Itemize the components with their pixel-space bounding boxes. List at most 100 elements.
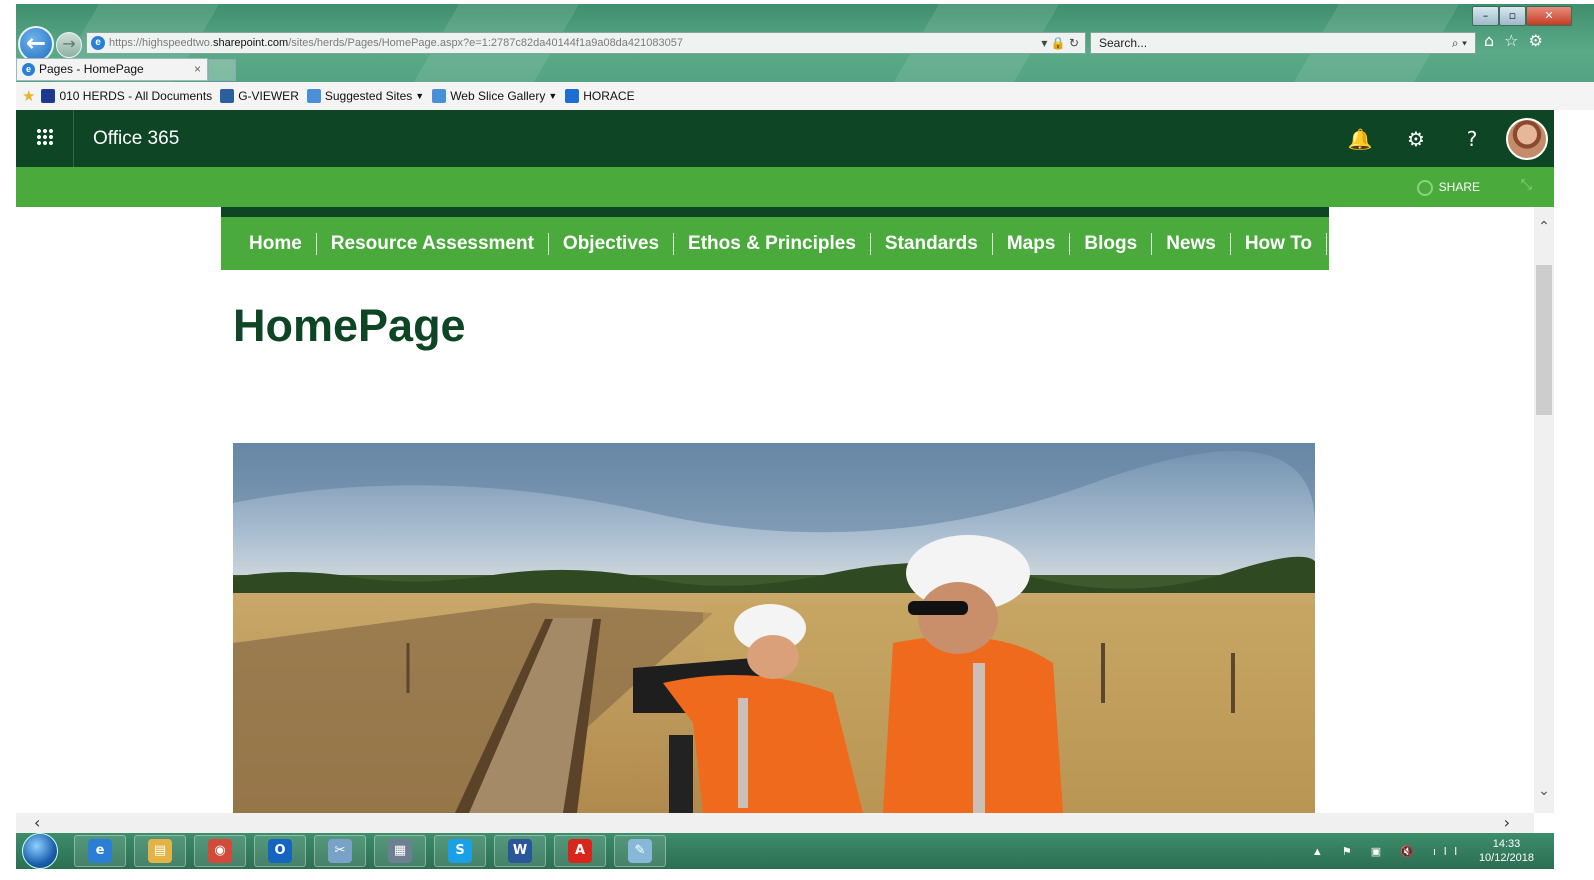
taskbar-app-snipping[interactable]: ✂ xyxy=(314,835,366,867)
scroll-down-icon[interactable]: ⌄ xyxy=(1534,783,1554,799)
hero-image xyxy=(233,443,1315,813)
outlook-icon: O xyxy=(268,839,292,863)
scrollbar-thumb[interactable] xyxy=(1536,265,1552,415)
back-button[interactable]: ← xyxy=(18,26,54,62)
hero-photo-svg xyxy=(233,443,1315,813)
favorite-label: Suggested Sites xyxy=(324,89,413,103)
favorite-label: 010 HERDS - All Documents xyxy=(59,89,213,103)
address-tools[interactable]: ▾ 🔒 ↻ xyxy=(1041,33,1079,53)
browser-search-input[interactable]: Search... ⌕ ▾ xyxy=(1090,32,1476,54)
favorites-star-icon[interactable]: ★ xyxy=(22,87,35,105)
favorite-item[interactable]: Suggested Sites ▼ xyxy=(306,89,424,103)
nav-item-standards[interactable]: Standards xyxy=(871,232,993,255)
bell-icon[interactable]: 🔔 xyxy=(1332,127,1388,151)
ie-page-icon xyxy=(432,89,447,103)
search-placeholder: Search... xyxy=(1099,36,1148,50)
nav-item-resource-assessment[interactable]: Resource Assessment xyxy=(317,232,549,255)
ie-icon: e xyxy=(91,36,105,50)
share-icon xyxy=(1416,179,1433,196)
sunglasses xyxy=(908,601,968,615)
nav-item-ethos-principles[interactable]: Ethos & Principles xyxy=(674,232,871,255)
settings-gear-icon[interactable]: ⚙ xyxy=(1529,31,1543,50)
address-bar[interactable]: e https://highspeedtwo.sharepoint.com/si… xyxy=(86,32,1086,54)
taskbar-app-skype[interactable]: S xyxy=(434,835,486,867)
clock[interactable]: 14:33 10/12/2018 xyxy=(1479,837,1534,865)
hs2-icon xyxy=(41,89,56,103)
tray-icons[interactable]: ▲ ⚑ ▣ 🔇 ıll xyxy=(1312,845,1465,858)
taskbar-app-word[interactable]: W xyxy=(494,835,546,867)
favorites-star-icon[interactable]: ☆ xyxy=(1504,31,1518,50)
reflective-strip xyxy=(738,698,748,808)
tripod xyxy=(669,735,693,813)
maximize-button[interactable]: ▫ xyxy=(1499,6,1526,26)
ie-page-icon xyxy=(306,89,321,103)
favorite-label: HORACE xyxy=(583,89,635,103)
taskbar-apps: e ▤ ◉ O ✂ ▦ S W A ✎ xyxy=(74,835,674,867)
home-icon[interactable]: ⌂ xyxy=(1484,31,1494,50)
url-prefix: https://highspeedtwo. xyxy=(109,37,213,49)
tab-title: Pages - HomePage xyxy=(39,62,144,76)
gear-icon[interactable]: ⚙ xyxy=(1388,127,1444,151)
reflective-strip xyxy=(973,663,985,813)
explorer-icon: ▤ xyxy=(148,839,172,863)
search-icon[interactable]: ⌕ ▾ xyxy=(1452,33,1467,53)
clock-time: 14:33 xyxy=(1492,838,1521,850)
browser-toolbar-icons: ⌂ ☆ ⚙ xyxy=(1484,31,1543,50)
taskbar-app-calculator[interactable]: ▦ xyxy=(374,835,426,867)
url-path: /sites/herds/Pages/HomePage.aspx?e=1:278… xyxy=(288,37,683,49)
nav-item-how-to[interactable]: How To xyxy=(1231,232,1328,255)
notes-icon: ✎ xyxy=(628,839,652,863)
favorite-item[interactable]: G-VIEWER xyxy=(220,89,299,103)
horizontal-scrollbar[interactable]: ‹ › xyxy=(16,813,1534,833)
clock-date: 10/12/2018 xyxy=(1478,852,1534,864)
app-launcher-button[interactable] xyxy=(16,110,74,167)
avatar[interactable] xyxy=(1506,117,1548,160)
forward-button[interactable]: → xyxy=(56,32,82,58)
share-button[interactable]: SHARE xyxy=(1416,167,1480,207)
taskbar-app-explorer[interactable]: ▤ xyxy=(134,835,186,867)
waffle-icon xyxy=(36,128,54,146)
word-icon: W xyxy=(508,839,532,863)
page-title: HomePage xyxy=(233,300,466,351)
scroll-right-icon[interactable]: › xyxy=(1504,813,1510,833)
taskbar-app-chrome[interactable]: ◉ xyxy=(194,835,246,867)
favorite-item[interactable]: 010 HERDS - All Documents xyxy=(41,89,212,103)
nav-item-news[interactable]: News xyxy=(1152,232,1231,255)
nav-item-objectives[interactable]: Objectives xyxy=(549,232,675,255)
scroll-up-icon[interactable]: ⌃ xyxy=(1534,219,1554,235)
nav-item-maps[interactable]: Maps xyxy=(993,232,1071,255)
help-icon[interactable]: ? xyxy=(1444,127,1500,151)
tab-close-icon[interactable]: × xyxy=(194,59,201,80)
chevron-down-icon[interactable]: ▼ xyxy=(548,91,557,101)
close-window-button[interactable]: ✕ xyxy=(1526,6,1572,26)
taskbar-app-notes[interactable]: ✎ xyxy=(614,835,666,867)
skype-icon: S xyxy=(448,839,472,863)
scroll-left-icon[interactable]: ‹ xyxy=(34,813,40,833)
taskbar-app-ie[interactable]: e xyxy=(74,835,126,867)
browser-tab[interactable]: e Pages - HomePage × xyxy=(16,58,208,81)
chrome-icon: ◉ xyxy=(208,839,232,863)
nav-list: Home Resource Assessment Objectives Ethos &… xyxy=(221,217,1329,270)
taskbar-app-acrobat[interactable]: A xyxy=(554,835,606,867)
office365-brand[interactable]: Office 365 xyxy=(93,110,179,167)
taskbar-app-outlook[interactable]: O xyxy=(254,835,306,867)
window-controls: – ▫ ✕ xyxy=(1472,6,1572,26)
chevron-down-icon[interactable]: ▼ xyxy=(415,91,424,101)
acrobat-icon: A xyxy=(568,839,592,863)
favorite-item[interactable]: HORACE xyxy=(565,89,635,103)
favorite-label: G-VIEWER xyxy=(238,89,299,103)
top-navigation: Home Resource Assessment Objectives Ethos &… xyxy=(221,207,1329,270)
vertical-scrollbar[interactable]: ⌃ ⌄ xyxy=(1534,207,1554,813)
favorite-label: Web Slice Gallery xyxy=(450,89,546,103)
start-button[interactable] xyxy=(22,833,58,869)
minimize-button[interactable]: – xyxy=(1472,6,1499,26)
new-tab-button[interactable] xyxy=(208,59,236,81)
focus-content-icon[interactable]: ⤡ xyxy=(1521,177,1532,193)
favorite-item[interactable]: Web Slice Gallery ▼ xyxy=(432,89,557,103)
nav-item-home[interactable]: Home xyxy=(235,232,317,255)
browser-chrome: – ▫ ✕ ← → e https://highspeedtwo.sharepo… xyxy=(16,4,1594,110)
url-domain: sharepoint.com xyxy=(212,37,289,49)
nav-item-blogs[interactable]: Blogs xyxy=(1070,232,1153,255)
snipping-icon: ✂ xyxy=(328,839,352,863)
system-tray: ▲ ⚑ ▣ 🔇 ıll 14:33 10/12/2018 xyxy=(1312,833,1534,869)
